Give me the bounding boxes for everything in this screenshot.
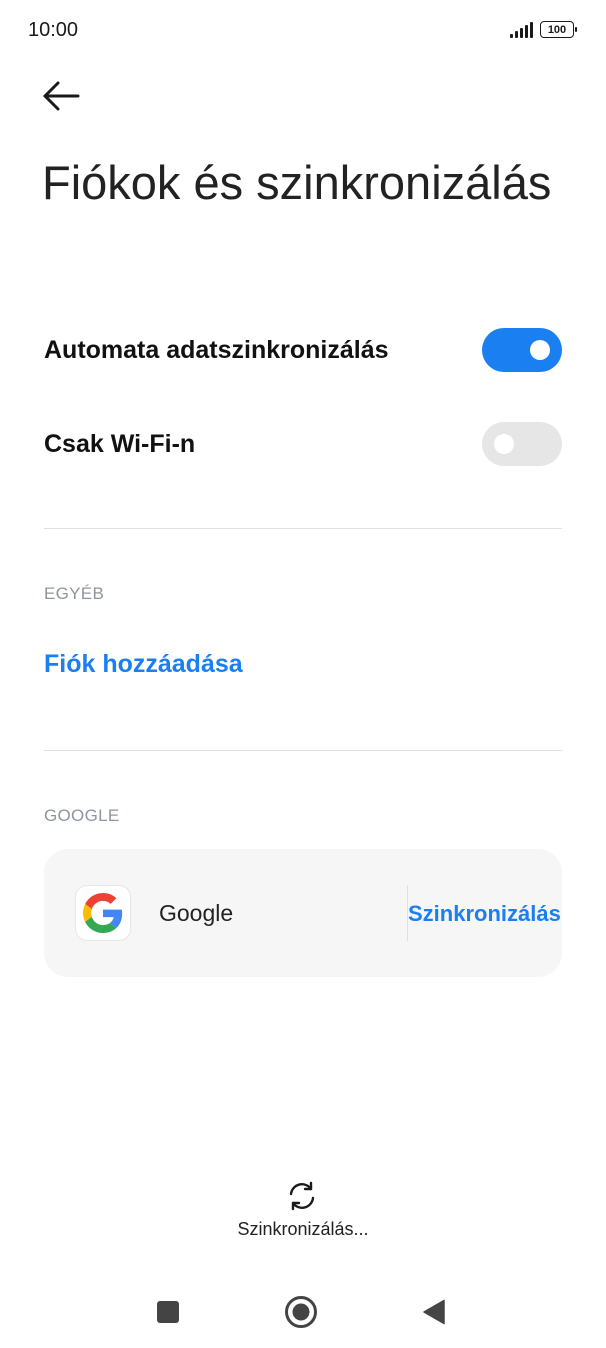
status-icons: 100 — [510, 21, 577, 38]
section-header-google: GOOGLE — [44, 806, 120, 825]
recents-button[interactable] — [148, 1292, 188, 1332]
screen: 10:00 100 Fiókok és szinkronizálás Autom… — [0, 0, 606, 1348]
nav-back-button[interactable] — [414, 1292, 454, 1332]
setting-label: Automata adatszinkronizálás — [44, 335, 389, 364]
toggle-knob — [530, 340, 550, 360]
section-header-other: EGYÉB — [44, 584, 105, 603]
home-button[interactable] — [281, 1292, 321, 1332]
google-account-card[interactable]: Google Szinkronizálás — [44, 849, 562, 977]
sync-now-button[interactable]: Szinkronizálás — [408, 901, 561, 927]
home-circle-icon — [285, 1296, 317, 1328]
account-name: Google — [159, 900, 234, 926]
battery-icon: 100 — [540, 21, 577, 38]
recents-square-icon — [157, 1301, 179, 1323]
auto-sync-toggle[interactable] — [482, 328, 562, 372]
toggle-knob — [494, 434, 514, 454]
add-account-link[interactable]: Fiók hozzáadása — [44, 650, 243, 679]
back-button[interactable] — [40, 78, 84, 114]
sync-icon[interactable] — [284, 1178, 320, 1214]
sync-status-label: Szinkronizálás... — [237, 1219, 369, 1239]
setting-label: Csak Wi-Fi-n — [44, 429, 196, 458]
arrow-left-icon — [43, 81, 80, 111]
page-title: Fiókok és szinkronizálás — [42, 156, 552, 209]
divider — [44, 750, 562, 751]
signal-icon — [510, 21, 533, 38]
status-time: 10:00 — [28, 19, 79, 41]
back-triangle-icon — [423, 1299, 445, 1325]
setting-wifi-only[interactable]: Csak Wi-Fi-n — [44, 420, 562, 468]
wifi-only-toggle[interactable] — [482, 422, 562, 466]
google-logo-icon — [75, 885, 131, 941]
setting-auto-sync[interactable]: Automata adatszinkronizálás — [44, 326, 562, 374]
divider — [44, 528, 562, 529]
